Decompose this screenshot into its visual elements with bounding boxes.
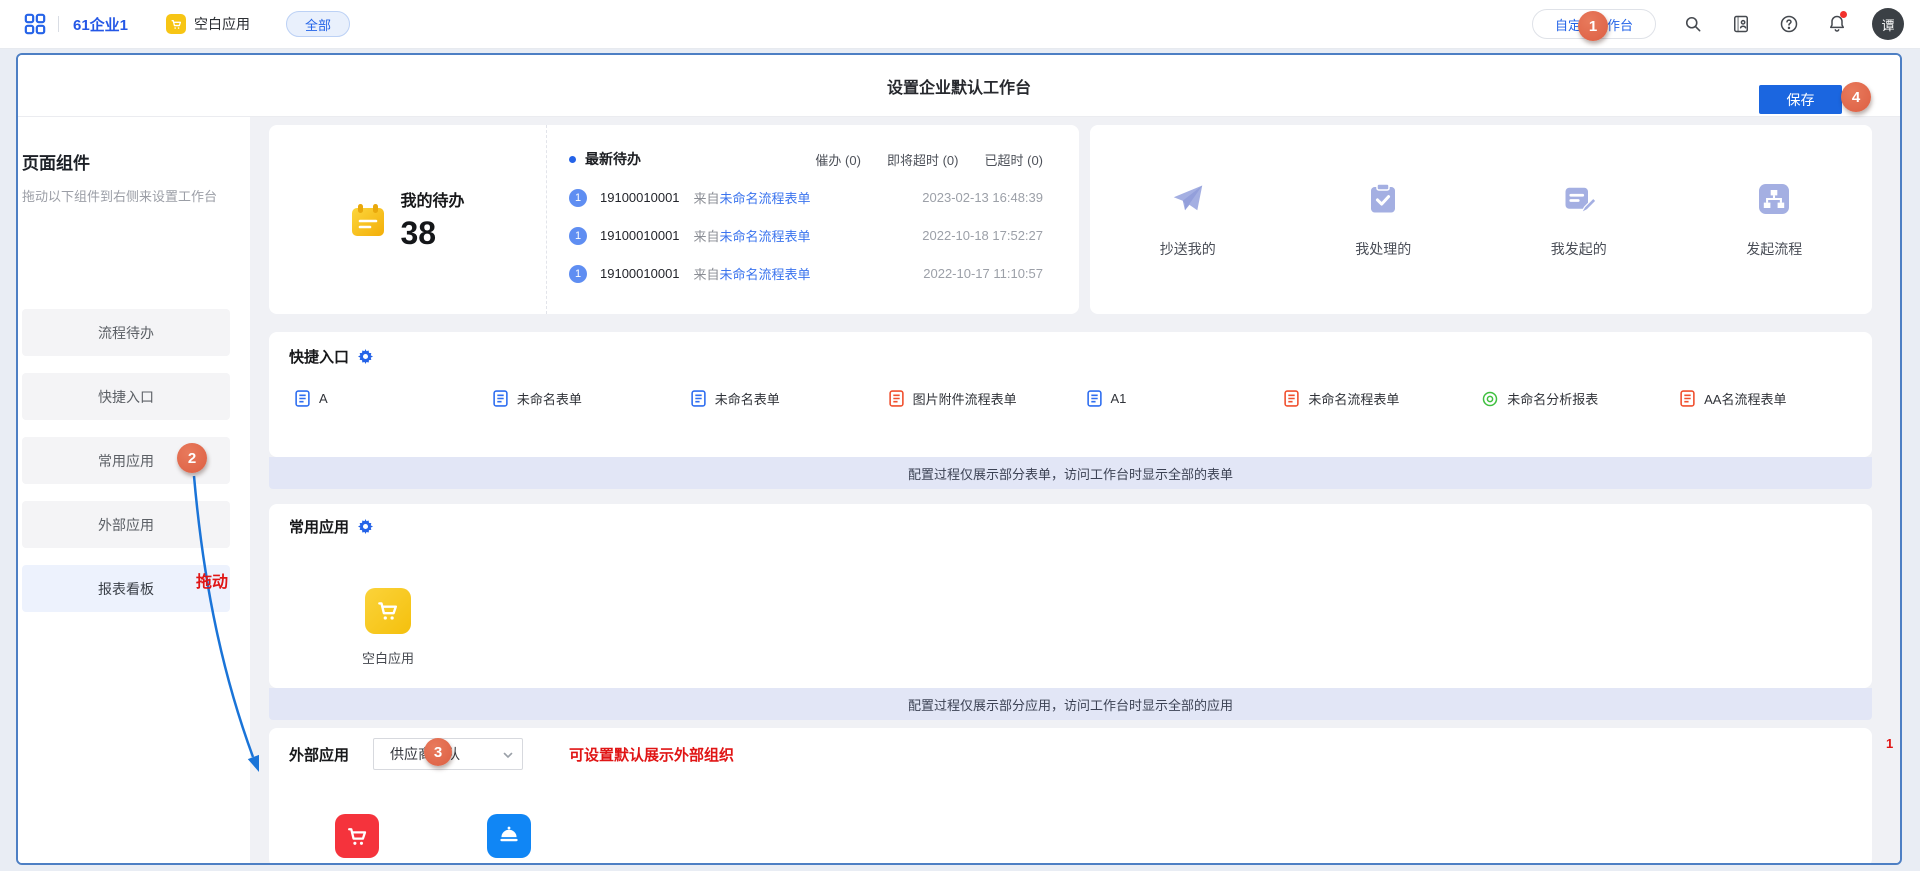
app-grid-icon[interactable]: [24, 13, 46, 35]
shortcut-handled-by-me[interactable]: 我处理的: [1355, 181, 1411, 259]
count-badge: 1: [569, 189, 587, 207]
contacts-icon[interactable]: [1730, 13, 1752, 35]
avatar[interactable]: 谭: [1872, 8, 1904, 40]
process-form-icon: [1680, 390, 1695, 407]
todo-time: 2022-10-18 17:52:27: [922, 228, 1043, 243]
form-icon: [295, 390, 310, 407]
filter-urge[interactable]: 催办 (0): [815, 150, 861, 169]
shortcut-start-process[interactable]: 发起流程: [1746, 181, 1802, 259]
filter-timed-out[interactable]: 已超时 (0): [984, 150, 1043, 169]
sidebar-title: 页面组件: [22, 149, 250, 174]
quick-entry-item[interactable]: A1: [1081, 389, 1279, 408]
todo-time: 2022-10-17 11:10:57: [923, 266, 1043, 281]
cart-icon: [166, 14, 186, 34]
bell-icon[interactable]: [1826, 13, 1848, 35]
help-icon[interactable]: [1778, 13, 1800, 35]
quick-entry-item[interactable]: 未命名流程表单: [1278, 389, 1476, 408]
drag-hint-label: 拖动: [196, 568, 228, 592]
clipped-red-mark: 1: [1886, 736, 1898, 751]
panel-header: 设置企业默认工作台 保存: [18, 55, 1900, 117]
report-icon: [1482, 391, 1498, 407]
todo-calendar-icon: [350, 202, 386, 238]
common-apps-card: 常用应用 空白应用: [269, 504, 1872, 688]
external-app-cart-icon[interactable]: [335, 814, 379, 858]
gear-icon[interactable]: [358, 349, 373, 364]
app-name: 空白应用: [194, 14, 250, 34]
shortcut-initiated-by-me[interactable]: 我发起的: [1551, 181, 1607, 259]
quick-entry-item[interactable]: 未命名分析报表: [1476, 389, 1674, 408]
sidebar-description: 拖动以下组件到右侧来设置工作台: [22, 186, 224, 207]
forms-config-banner: 配置过程仅展示部分表单，访问工作台时显示全部的表单: [269, 457, 1872, 489]
process-shortcuts-card: 抄送我的 我处理的 我发起的: [1090, 125, 1872, 314]
annotation-step-3: 3: [424, 738, 452, 766]
external-apps-card: 外部应用 供应商团队 可设置默认展示外部组织: [269, 728, 1872, 865]
search-icon[interactable]: [1682, 13, 1704, 35]
annotation-step-1: 1: [1578, 11, 1608, 41]
process-form-icon: [889, 390, 904, 407]
workbench-settings-panel: 设置企业默认工作台 保存 页面组件 拖动以下组件到右侧来设置工作台 流程待办 快…: [16, 53, 1902, 865]
count-badge: 1: [569, 227, 587, 245]
chevron-down-icon: [502, 748, 514, 764]
clipboard-check-icon: [1365, 181, 1401, 217]
quick-entry-list: A 未命名表单 未命名表单 图片附件流程表单 A1 未命名流程表单: [289, 389, 1872, 408]
send-icon: [1170, 181, 1206, 217]
quick-entry-card: 快捷入口 A 未命名表单 未命名表单: [269, 332, 1872, 457]
sidebar-item-external-apps[interactable]: 外部应用: [22, 501, 230, 548]
external-org-annotation: 可设置默认展示外部组织: [569, 744, 734, 765]
form-link[interactable]: 未命名流程表单: [720, 188, 811, 207]
todo-count: 38: [400, 215, 464, 252]
sidebar-item-process-todo[interactable]: 流程待办: [22, 309, 230, 356]
workbench-preview-area: 我的待办 38 最新待办 催办 (0) 即将超时 (0) 已超时 (0): [250, 117, 1900, 865]
scope-filter-pill[interactable]: 全部: [286, 11, 350, 37]
quick-entry-item[interactable]: 图片附件流程表单: [883, 389, 1081, 408]
current-app[interactable]: 空白应用: [166, 14, 250, 34]
todo-row[interactable]: 1 19100010001 来自 未命名流程表单 2022-10-17 11:1…: [569, 264, 1043, 283]
bullet-dot: [569, 156, 576, 163]
external-app-list: [335, 814, 531, 858]
my-todo-card: 我的待办 38 最新待办 催办 (0) 即将超时 (0) 已超时 (0): [269, 125, 1079, 314]
shortcut-cc-to-me[interactable]: 抄送我的: [1160, 181, 1216, 259]
form-icon: [691, 390, 706, 407]
latest-todo-title: 最新待办: [585, 149, 641, 169]
quick-entry-item[interactable]: AA名流程表单: [1674, 389, 1872, 408]
process-form-icon: [1284, 390, 1299, 407]
quick-entry-title: 快捷入口: [289, 346, 349, 367]
top-navbar: 61企业1 空白应用 全部 自定义工作台: [0, 0, 1920, 49]
cart-icon: [365, 588, 411, 634]
form-icon: [1087, 390, 1102, 407]
count-badge: 1: [569, 265, 587, 283]
notification-dot: [1840, 11, 1847, 18]
gear-icon[interactable]: [358, 519, 373, 534]
todo-title: 我的待办: [400, 187, 464, 211]
filter-about-to-timeout[interactable]: 即将超时 (0): [887, 150, 959, 169]
app-blank-app[interactable]: 空白应用: [333, 588, 443, 667]
form-link[interactable]: 未命名流程表单: [720, 264, 811, 283]
quick-entry-item[interactable]: 未命名表单: [685, 389, 883, 408]
latest-todo-list: 最新待办 催办 (0) 即将超时 (0) 已超时 (0) 1 191000100…: [547, 125, 1079, 314]
components-sidebar: 页面组件 拖动以下组件到右侧来设置工作台 流程待办 快捷入口 常用应用 外部应用…: [18, 117, 250, 865]
external-apps-title: 外部应用: [289, 744, 349, 765]
quick-entry-item[interactable]: 未命名表单: [487, 389, 685, 408]
flow-icon: [1756, 181, 1792, 217]
form-icon: [493, 390, 508, 407]
sidebar-item-quick-entry[interactable]: 快捷入口: [22, 373, 230, 420]
todo-row[interactable]: 1 19100010001 来自 未命名流程表单 2023-02-13 16:4…: [569, 188, 1043, 207]
todo-row[interactable]: 1 19100010001 来自 未命名流程表单 2022-10-18 17:5…: [569, 226, 1043, 245]
common-apps-title: 常用应用: [289, 516, 349, 537]
todo-time: 2023-02-13 16:48:39: [922, 190, 1043, 205]
divider: [58, 16, 59, 32]
company-name[interactable]: 61企业1: [73, 14, 128, 35]
quick-entry-item[interactable]: A: [289, 389, 487, 408]
page-title: 设置企业默认工作台: [887, 74, 1031, 98]
form-link[interactable]: 未命名流程表单: [720, 226, 811, 245]
apps-config-banner: 配置过程仅展示部分应用，访问工作台时显示全部的应用: [269, 688, 1872, 720]
save-button[interactable]: 保存: [1759, 85, 1842, 114]
external-app-dish-icon[interactable]: [487, 814, 531, 858]
annotation-step-2: 2: [177, 443, 207, 473]
todo-summary[interactable]: 我的待办 38: [269, 125, 547, 314]
compose-icon: [1561, 181, 1597, 217]
annotation-step-4: 4: [1841, 82, 1871, 112]
